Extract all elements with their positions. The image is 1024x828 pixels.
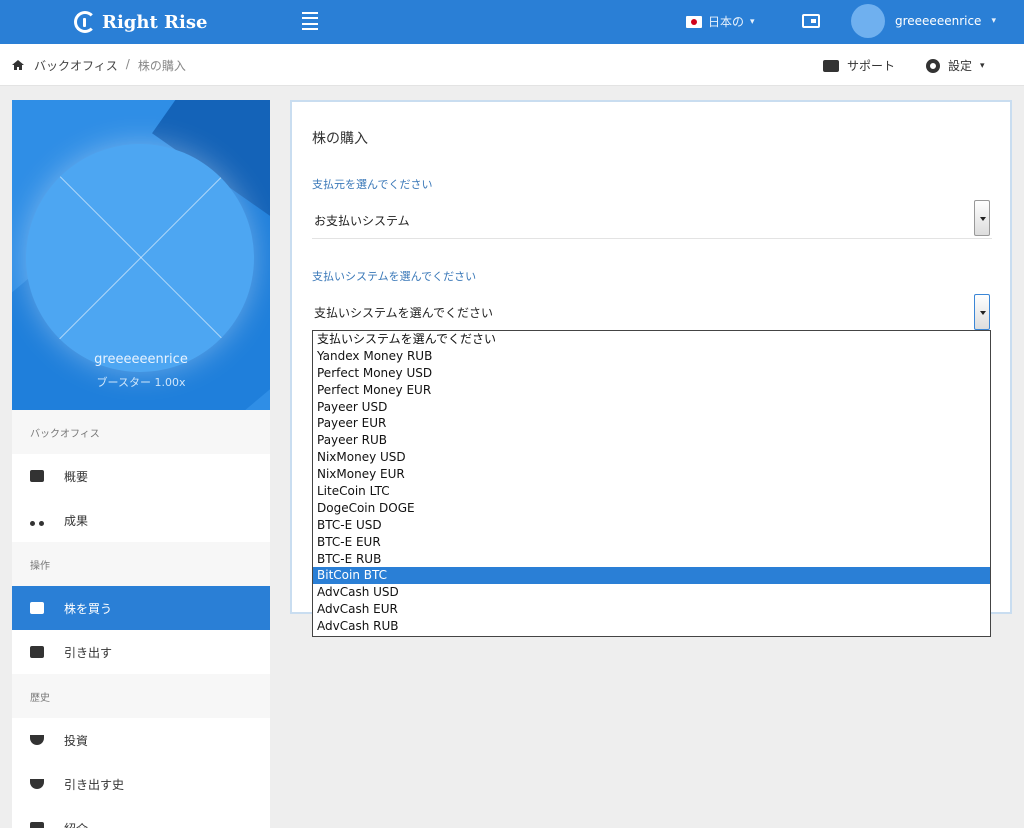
sidebar-item-label: 引き出す史: [64, 777, 125, 792]
dropdown-option[interactable]: Payeer EUR: [313, 415, 990, 432]
sidebar-item-investment[interactable]: 投資: [12, 718, 270, 762]
source-select[interactable]: お支払いシステム: [314, 212, 410, 229]
sidebar-item-withdraw[interactable]: 引き出す: [12, 630, 270, 674]
profile-avatar: [26, 144, 254, 372]
sidebar-item-label: 概要: [64, 469, 89, 484]
chat-icon: [823, 59, 839, 72]
sidebar-item-label: 紹介: [64, 820, 88, 828]
system-select[interactable]: 支払いシステムを選んでください: [314, 304, 493, 321]
breadcrumb-separator: /: [125, 57, 130, 71]
dropdown-option[interactable]: BTC-E RUB: [313, 551, 990, 568]
sidebar-item-withdraw-history[interactable]: 引き出す史: [12, 762, 270, 806]
language-selector[interactable]: 日本の ▾: [686, 13, 755, 30]
dropdown-option[interactable]: Yandex Money RUB: [313, 348, 990, 365]
briefcase-icon: [30, 470, 44, 482]
dropdown-option[interactable]: AdvCash EUR: [313, 601, 990, 618]
profile-card: greeeeeenrice ブースター 1.00x: [12, 100, 270, 410]
sidebar-item-label: 投資: [64, 733, 89, 748]
breadcrumb: バックオフィス / 株の購入: [34, 57, 186, 74]
chevron-down-icon: ▾: [980, 60, 985, 71]
cart-icon: [30, 602, 44, 614]
user-menu[interactable]: greeeeeenrice ▾: [851, 4, 996, 38]
sidebar: greeeeeenrice ブースター 1.00x バックオフィス 概要 成果 …: [12, 100, 270, 828]
page-title: 株の購入: [312, 131, 368, 147]
settings-menu[interactable]: 設定 ▾: [926, 57, 985, 74]
chevron-down-icon: ▾: [991, 16, 996, 26]
dropdown-option[interactable]: AdvCash USD: [313, 584, 990, 601]
profile-name: greeeeeenrice: [94, 352, 188, 367]
sidebar-item-overview[interactable]: 概要: [12, 454, 270, 498]
username: greeeeeenrice: [895, 14, 982, 28]
dropdown-option[interactable]: AdvCash RUB: [313, 618, 990, 635]
withdraw-icon: [30, 779, 44, 789]
support-link[interactable]: サポート: [823, 57, 895, 74]
settings-label: 設定: [948, 59, 973, 73]
dropdown-option[interactable]: Perfect Money USD: [313, 365, 990, 382]
dropdown-option[interactable]: BitCoin BTC: [313, 567, 990, 585]
sidebar-item-label: 成果: [64, 513, 89, 528]
dropdown-option[interactable]: Payeer USD: [313, 399, 990, 416]
logo-icon: [74, 11, 96, 33]
dropdown-option[interactable]: Perfect Money EUR: [313, 382, 990, 399]
dropdown-option[interactable]: 支払いシステムを選んでください: [313, 331, 990, 348]
system-select-button[interactable]: [974, 294, 990, 330]
section-operations: 操作: [12, 542, 270, 586]
sidebar-item-referral[interactable]: 紹介: [12, 806, 270, 828]
dropdown-option[interactable]: BTC-E USD: [313, 517, 990, 534]
sidebar-item-buy-shares[interactable]: 株を買う: [12, 586, 270, 630]
dropdown-option[interactable]: NixMoney USD: [313, 449, 990, 466]
breadcrumb-home[interactable]: バックオフィス: [34, 57, 118, 74]
source-select-button[interactable]: [974, 200, 990, 236]
breadcrumb-bar: バックオフィス / 株の購入 サポート 設定 ▾: [0, 44, 1024, 86]
gear-icon: [926, 58, 940, 73]
deposit-icon: [30, 735, 44, 745]
money-icon: [30, 646, 44, 658]
users-icon: [30, 822, 44, 828]
sitemap-icon: [30, 514, 44, 526]
dropdown-option[interactable]: LiteCoin LTC: [313, 483, 990, 500]
home-icon[interactable]: [12, 60, 24, 70]
profile-booster: ブースター 1.00x: [96, 376, 186, 389]
top-navbar: Right Rise 日本の ▾ greeeeeenrice ▾: [0, 0, 1024, 44]
sidebar-item-label: 引き出す: [64, 645, 113, 660]
dropdown-option[interactable]: DogeCoin DOGE: [313, 500, 990, 517]
wallet-icon[interactable]: [802, 14, 820, 28]
section-backoffice: バックオフィス: [12, 410, 270, 454]
support-label: サポート: [847, 59, 896, 73]
flag-jp-icon: [686, 15, 702, 28]
language-label: 日本の: [708, 15, 745, 29]
avatar: [851, 4, 885, 38]
brand-name: Right Rise: [102, 11, 208, 33]
payment-system-dropdown[interactable]: 支払いシステムを選んでください Yandex Money RUB Perfect M…: [312, 330, 991, 637]
section-history: 歴史: [12, 674, 270, 718]
chevron-down-icon: ▾: [750, 16, 755, 27]
brand-logo[interactable]: Right Rise: [74, 9, 207, 35]
source-label: 支払元を選んでください: [312, 178, 433, 191]
menu-toggle-icon[interactable]: [302, 12, 318, 30]
sidebar-item-results[interactable]: 成果: [12, 498, 270, 542]
dropdown-option[interactable]: BTC-E EUR: [313, 534, 990, 551]
dropdown-option[interactable]: Payeer RUB: [313, 432, 990, 449]
sidebar-item-label: 株を買う: [64, 601, 113, 616]
breadcrumb-current: 株の購入: [137, 59, 186, 73]
system-label: 支払いシステムを選んでください: [312, 270, 477, 283]
dropdown-option[interactable]: NixMoney EUR: [313, 466, 990, 483]
